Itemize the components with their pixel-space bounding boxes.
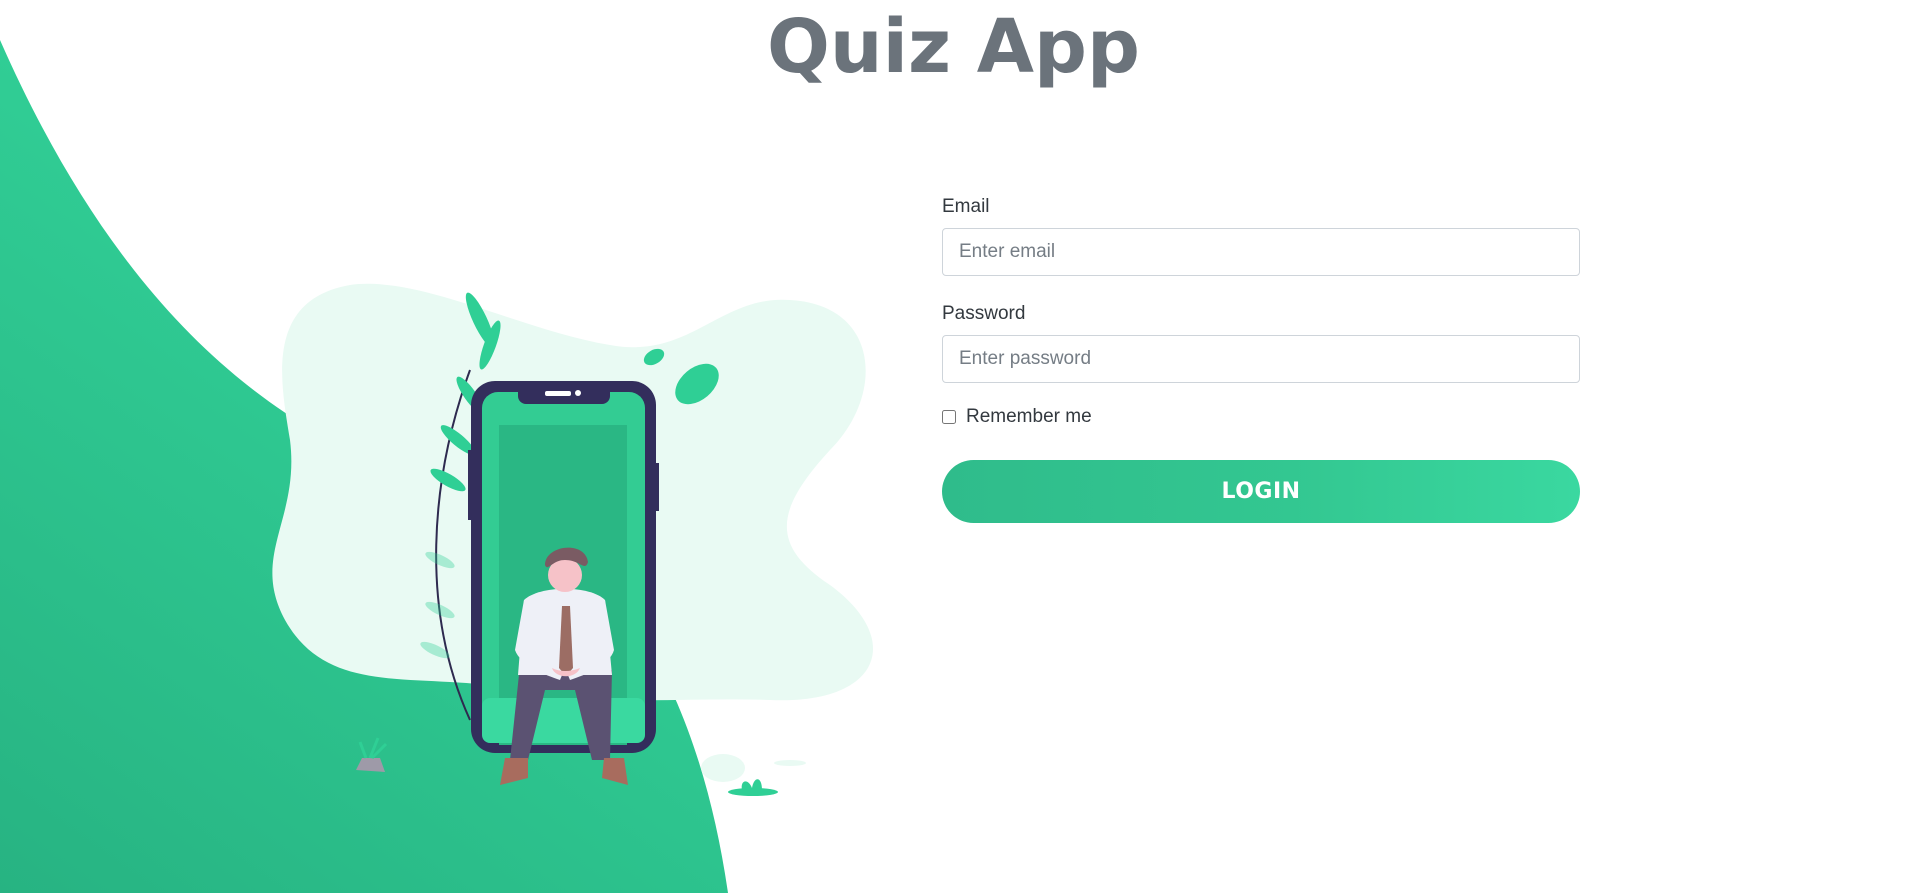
remember-me-checkbox[interactable] <box>942 410 956 424</box>
email-group: Email <box>942 196 1580 276</box>
password-group: Password <box>942 303 1580 383</box>
email-label: Email <box>942 196 990 217</box>
login-form: Email Password Remember me LOGIN <box>942 196 1580 523</box>
remember-me-label: Remember me <box>966 406 1092 427</box>
page-title: Quiz App <box>767 4 1140 90</box>
password-field[interactable] <box>942 335 1580 383</box>
email-field[interactable] <box>942 228 1580 276</box>
remember-me-row: Remember me <box>942 406 1580 427</box>
login-button[interactable]: LOGIN <box>942 460 1580 523</box>
password-label: Password <box>942 303 1026 324</box>
